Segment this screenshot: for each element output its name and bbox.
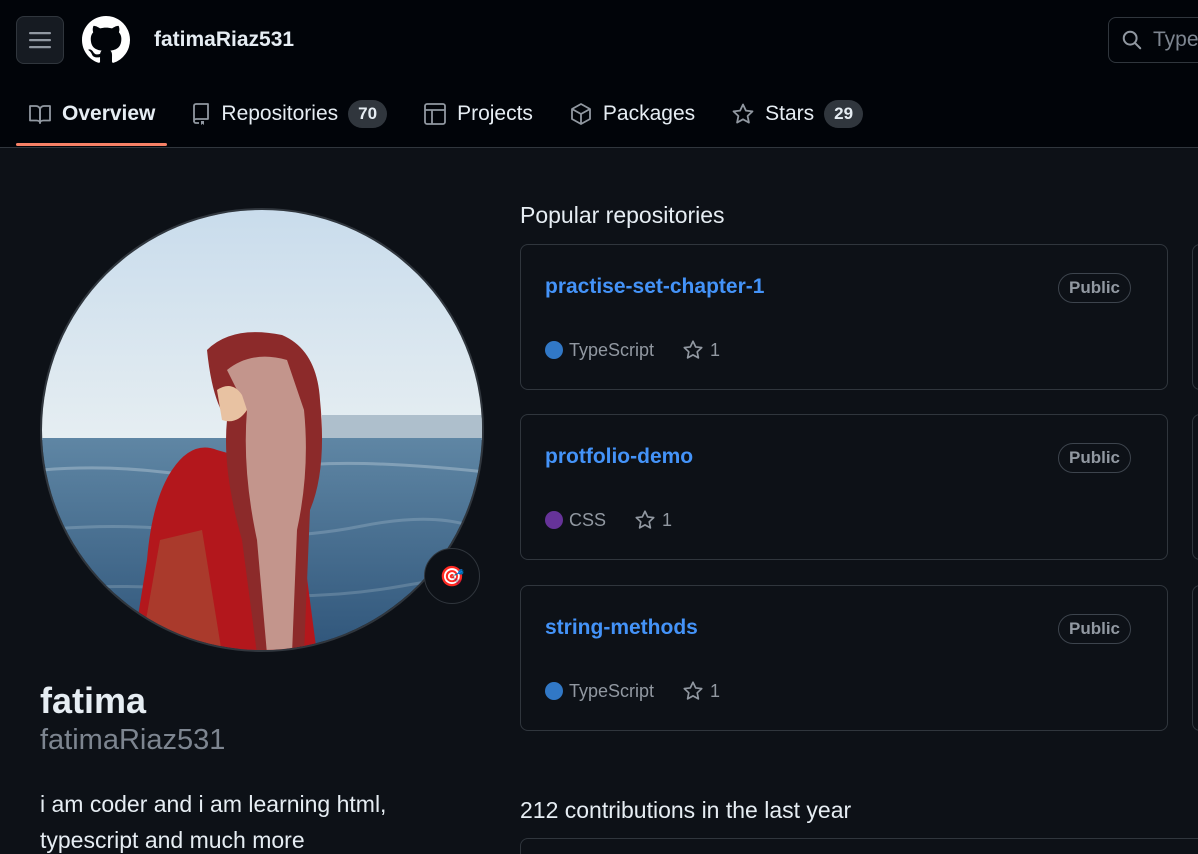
package-icon xyxy=(571,103,591,125)
profile-bio: i am coder and i am learning html, types… xyxy=(40,791,387,853)
visibility-badge: Public xyxy=(1057,443,1131,473)
profile-name: fatima xyxy=(40,680,147,721)
contributions-title: 212 contributions in the last year xyxy=(520,797,852,823)
repo-card-edge xyxy=(1192,414,1198,560)
language-color-dot xyxy=(545,341,563,359)
tab-projects-label: Projects xyxy=(457,102,533,125)
tab-projects[interactable]: Projects xyxy=(411,84,545,144)
search-icon xyxy=(1122,30,1142,50)
visibility-badge: Public xyxy=(1057,273,1131,303)
visibility-badge: Public xyxy=(1057,614,1131,644)
hamburger-icon xyxy=(29,32,51,49)
tab-stars[interactable]: Stars 29 xyxy=(719,84,875,144)
repo-card-edge xyxy=(1192,585,1198,731)
star-icon xyxy=(683,340,703,359)
tab-packages[interactable]: Packages xyxy=(557,84,707,144)
language-color-dot xyxy=(545,511,563,529)
repo-stars-link[interactable]: 1 xyxy=(682,339,720,361)
star-icon xyxy=(732,103,754,124)
repo-language: TypeScript xyxy=(569,339,655,360)
repo-card: protfolio-demo Public CSS 1 xyxy=(520,414,1168,560)
popular-repositories-title: Popular repositories xyxy=(520,202,725,228)
repo-link[interactable]: practise-set-chapter-1 xyxy=(545,275,764,299)
profile-login: fatimaRiaz531 xyxy=(40,724,226,756)
repo-link[interactable]: protfolio-demo xyxy=(545,445,693,469)
tab-repositories-label: Repositories xyxy=(221,102,339,125)
repo-meta: TypeScript 1 xyxy=(545,680,720,702)
star-icon xyxy=(635,510,655,529)
avatar[interactable] xyxy=(40,208,484,652)
header-username[interactable]: fatimaRiaz531 xyxy=(154,28,294,52)
book-icon xyxy=(29,105,51,124)
search-placeholder: Type xyxy=(1153,28,1198,51)
stars-count-badge: 29 xyxy=(824,100,864,128)
profile-tabs: Overview Repositories 70 Projects Packag… xyxy=(16,84,887,148)
hamburger-menu-button[interactable] xyxy=(16,16,64,64)
repo-star-count: 1 xyxy=(710,339,721,360)
repo-star-count: 1 xyxy=(710,680,721,701)
repo-icon xyxy=(193,103,210,125)
tab-overview-label: Overview xyxy=(62,102,156,125)
status-emoji-button[interactable]: 🎯 xyxy=(424,548,480,604)
repo-language: CSS xyxy=(569,509,607,530)
tab-stars-label: Stars xyxy=(765,102,815,125)
top-header: fatimaRiaz531 Type Overview Repositories… xyxy=(0,0,1198,148)
tab-repositories[interactable]: Repositories 70 xyxy=(179,84,399,144)
tab-overview[interactable]: Overview xyxy=(16,84,168,146)
star-icon xyxy=(683,681,703,700)
repo-link[interactable]: string-methods xyxy=(545,616,698,640)
repo-card-edge xyxy=(1192,244,1198,390)
repo-meta: CSS 1 xyxy=(545,509,672,531)
repositories-count-badge: 70 xyxy=(348,100,388,128)
repo-card: practise-set-chapter-1 Public TypeScript… xyxy=(520,244,1168,390)
github-logo-icon[interactable] xyxy=(82,16,130,64)
repo-meta: TypeScript 1 xyxy=(545,339,720,361)
repo-language: TypeScript xyxy=(569,680,655,701)
language-color-dot xyxy=(545,682,563,700)
repo-star-count: 1 xyxy=(662,509,673,530)
repo-stars-link[interactable]: 1 xyxy=(682,680,720,702)
tab-packages-label: Packages xyxy=(602,102,696,125)
contribution-graph xyxy=(520,838,1198,854)
table-icon xyxy=(424,103,446,125)
search-input[interactable]: Type xyxy=(1108,17,1198,63)
repo-stars-link[interactable]: 1 xyxy=(634,509,672,531)
repo-card: string-methods Public TypeScript 1 xyxy=(520,585,1168,731)
